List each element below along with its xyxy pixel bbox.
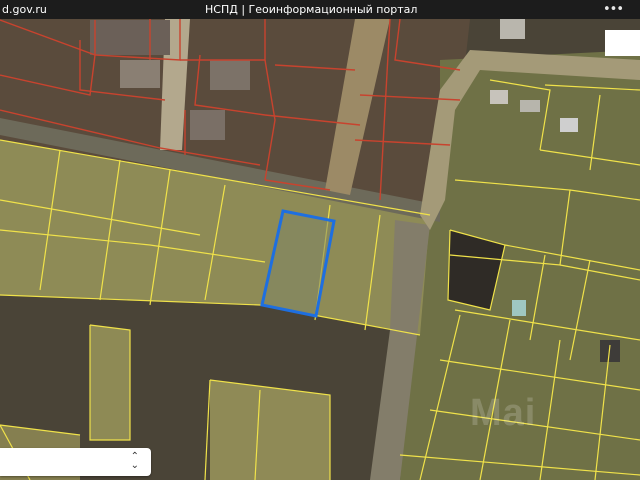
updown-chevron-icon: ⌃ ⌄ xyxy=(130,451,139,471)
more-dots-icon[interactable]: ••• xyxy=(603,0,624,19)
map-canvas[interactable] xyxy=(0,19,640,480)
layer-select[interactable]: ⌃ ⌄ xyxy=(0,448,151,476)
browser-top-bar: d.gov.ru НСПД | Геоинформационный портал… xyxy=(0,0,640,19)
map-control-button[interactable] xyxy=(605,30,640,56)
page-title: НСПД | Геоинформационный портал xyxy=(205,3,418,16)
watermark-text: Mai xyxy=(470,392,537,434)
satellite-map[interactable] xyxy=(0,19,640,480)
url-text[interactable]: d.gov.ru xyxy=(2,0,47,19)
